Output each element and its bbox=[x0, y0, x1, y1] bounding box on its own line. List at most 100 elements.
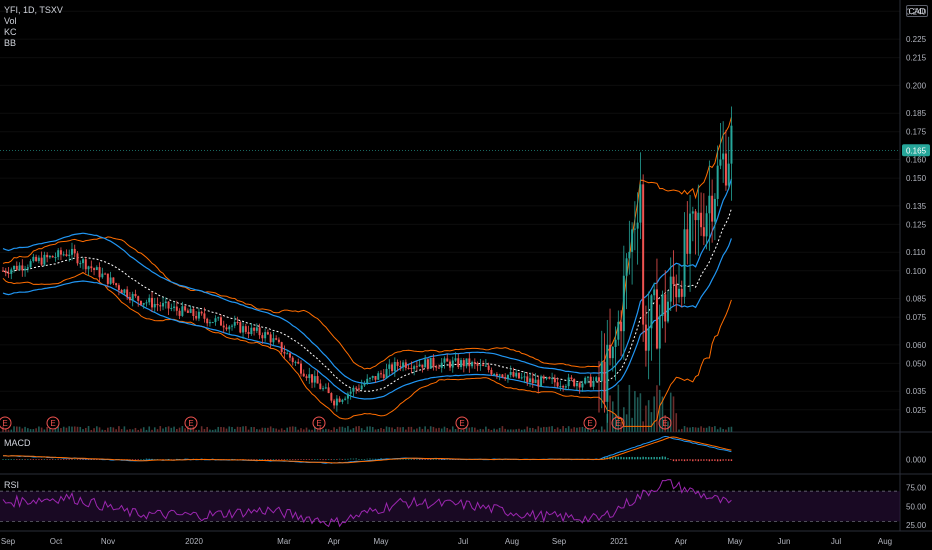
candle-body[interactable] bbox=[84, 259, 87, 270]
candle-body[interactable] bbox=[628, 251, 631, 259]
candle-body[interactable] bbox=[675, 284, 678, 298]
candle-body[interactable] bbox=[680, 288, 683, 297]
candle-body[interactable] bbox=[473, 362, 476, 364]
candle-body[interactable] bbox=[208, 322, 211, 324]
candle-body[interactable] bbox=[330, 393, 333, 401]
candle-body[interactable] bbox=[173, 306, 176, 308]
candle-body[interactable] bbox=[29, 261, 32, 268]
candle-body[interactable] bbox=[48, 255, 51, 258]
candle-body[interactable] bbox=[437, 367, 440, 369]
candle-body[interactable] bbox=[18, 265, 21, 270]
candle-body[interactable] bbox=[79, 263, 82, 265]
candle-body[interactable] bbox=[523, 376, 526, 378]
candle-body[interactable] bbox=[93, 268, 96, 270]
candle-body[interactable] bbox=[120, 289, 123, 293]
candle-body[interactable] bbox=[653, 289, 656, 296]
candle-body[interactable] bbox=[534, 379, 537, 384]
candle-body[interactable] bbox=[316, 376, 319, 384]
candle-body[interactable] bbox=[542, 376, 545, 379]
candle-body[interactable] bbox=[418, 364, 421, 367]
candle-body[interactable] bbox=[697, 212, 700, 221]
candle-body[interactable] bbox=[4, 270, 7, 273]
candle-body[interactable] bbox=[669, 276, 672, 302]
candle-body[interactable] bbox=[346, 393, 349, 399]
candle-body[interactable] bbox=[319, 383, 322, 390]
candle-body[interactable] bbox=[655, 289, 658, 349]
candle-body[interactable] bbox=[647, 328, 650, 351]
candle-body[interactable] bbox=[421, 364, 424, 368]
candle-body[interactable] bbox=[283, 351, 286, 354]
candle-body[interactable] bbox=[159, 305, 162, 307]
candle-body[interactable] bbox=[37, 257, 40, 261]
candle-body[interactable] bbox=[451, 360, 454, 368]
candle-body[interactable] bbox=[493, 374, 496, 376]
candle-body[interactable] bbox=[526, 376, 529, 383]
candle-body[interactable] bbox=[385, 368, 388, 379]
candle-body[interactable] bbox=[109, 277, 112, 284]
candle-body[interactable] bbox=[300, 363, 302, 374]
candle-body[interactable] bbox=[21, 265, 24, 271]
candle-body[interactable] bbox=[708, 195, 711, 214]
candle-body[interactable] bbox=[471, 362, 474, 367]
candle-body[interactable] bbox=[730, 125, 733, 164]
candle-body[interactable] bbox=[236, 322, 239, 324]
candle-body[interactable] bbox=[272, 338, 275, 343]
candle-body[interactable] bbox=[219, 317, 222, 326]
candle-body[interactable] bbox=[429, 357, 432, 369]
candle-body[interactable] bbox=[46, 254, 49, 258]
candle-body[interactable] bbox=[142, 303, 145, 305]
candle-body[interactable] bbox=[650, 295, 653, 329]
candle-body[interactable] bbox=[87, 266, 90, 270]
candle-body[interactable] bbox=[112, 277, 115, 284]
candle-body[interactable] bbox=[584, 377, 587, 384]
candle-body[interactable] bbox=[600, 361, 603, 382]
candle-body[interactable] bbox=[82, 259, 85, 264]
candle-body[interactable] bbox=[148, 297, 151, 303]
candle-body[interactable] bbox=[462, 360, 465, 367]
candle-body[interactable] bbox=[388, 364, 391, 369]
candle-body[interactable] bbox=[203, 313, 206, 319]
candle-body[interactable] bbox=[104, 273, 107, 275]
candle-body[interactable] bbox=[266, 332, 269, 335]
candle-body[interactable] bbox=[498, 374, 501, 376]
candle-body[interactable] bbox=[228, 326, 231, 330]
candle-body[interactable] bbox=[664, 294, 667, 322]
candle-body[interactable] bbox=[43, 254, 46, 265]
candle-body[interactable] bbox=[275, 338, 278, 340]
candle-body[interactable] bbox=[264, 332, 267, 339]
candle-body[interactable] bbox=[512, 371, 515, 377]
candle-body[interactable] bbox=[167, 301, 170, 309]
candle-body[interactable] bbox=[73, 248, 76, 254]
candle-body[interactable] bbox=[128, 297, 131, 301]
candle-body[interactable] bbox=[501, 374, 504, 378]
candle-body[interactable] bbox=[573, 379, 576, 387]
candle-body[interactable] bbox=[672, 276, 675, 285]
candle-body[interactable] bbox=[540, 376, 543, 387]
candle-body[interactable] bbox=[705, 213, 708, 237]
candle-body[interactable] bbox=[15, 265, 18, 270]
candle-body[interactable] bbox=[156, 303, 159, 306]
candle-body[interactable] bbox=[449, 361, 451, 368]
candle-body[interactable] bbox=[126, 289, 129, 298]
candle-body[interactable] bbox=[537, 379, 540, 387]
candle-body[interactable] bbox=[145, 302, 148, 304]
candle-body[interactable] bbox=[277, 339, 280, 343]
candle-body[interactable] bbox=[689, 213, 692, 254]
candle-body[interactable] bbox=[244, 326, 247, 332]
candle-body[interactable] bbox=[595, 377, 598, 382]
candle-body[interactable] bbox=[222, 325, 225, 328]
candle-body[interactable] bbox=[531, 378, 534, 384]
candle-body[interactable] bbox=[589, 376, 592, 387]
candle-body[interactable] bbox=[617, 321, 620, 340]
candle-body[interactable] bbox=[443, 358, 446, 363]
candle-body[interactable] bbox=[366, 378, 369, 384]
candle-body[interactable] bbox=[162, 303, 165, 307]
candle-body[interactable] bbox=[217, 317, 220, 319]
candle-body[interactable] bbox=[225, 327, 228, 330]
candle-body[interactable] bbox=[313, 376, 316, 383]
candle-body[interactable] bbox=[598, 377, 600, 382]
candle-body[interactable] bbox=[355, 387, 358, 389]
candle-body[interactable] bbox=[62, 254, 65, 256]
candle-body[interactable] bbox=[98, 267, 101, 278]
candle-body[interactable] bbox=[529, 378, 532, 383]
